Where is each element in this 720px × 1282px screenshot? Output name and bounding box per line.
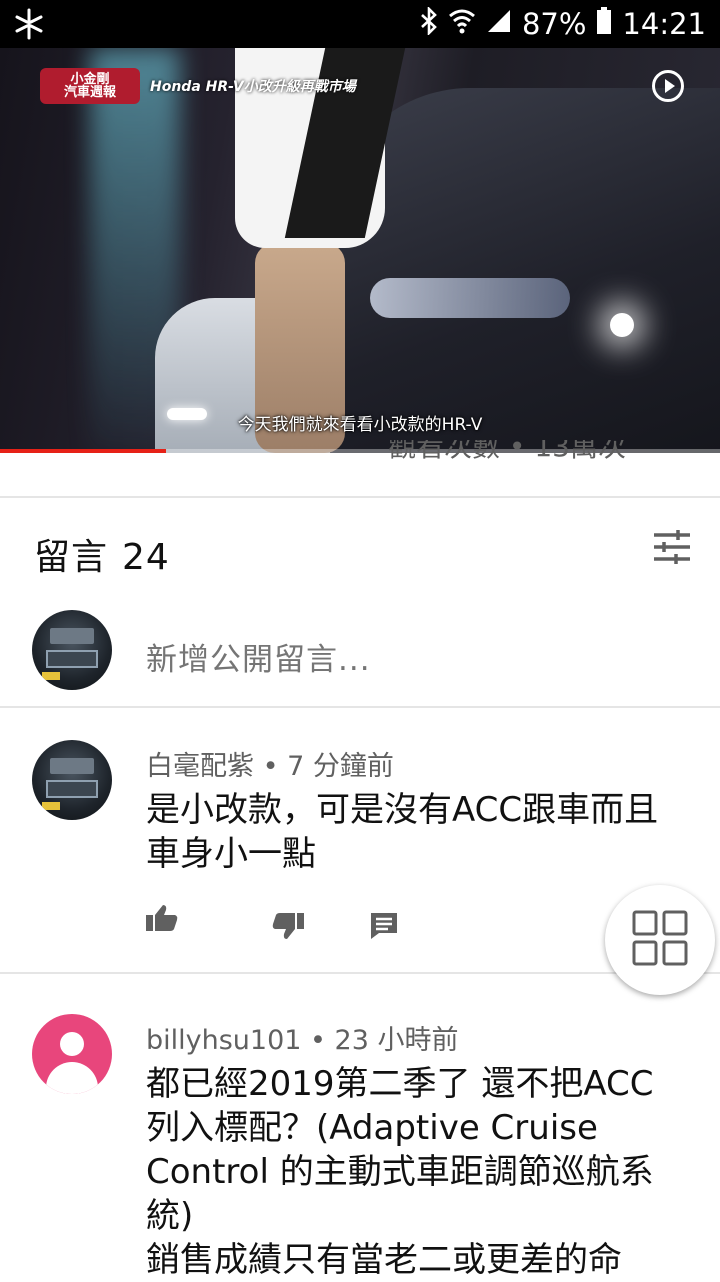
like-icon[interactable] — [146, 904, 180, 936]
video-subtitle: 今天我們就來看看小改款的HR-V — [237, 415, 483, 435]
sort-icon[interactable] — [654, 530, 690, 564]
comment-line: 都已經2019第二季了 還不把ACC — [146, 1064, 654, 1104]
dislike-icon[interactable] — [272, 912, 306, 944]
wifi-icon — [448, 7, 476, 41]
comment-author[interactable]: 白毫配紫 — [146, 751, 254, 782]
comment-time: 7 分鐘前 — [287, 751, 394, 782]
view-count-text: 觀看次數 • 13萬次 — [388, 440, 626, 462]
add-comment-row[interactable]: 新增公開留言... — [0, 600, 720, 706]
comment-text: 都已經2019第二季了 還不把ACC 列入標配？(Adaptive Cruise… — [146, 1062, 706, 1282]
grid-icon — [632, 910, 688, 970]
default-avatar-icon[interactable] — [32, 1014, 112, 1094]
comment-time: 23 小時前 — [334, 1025, 459, 1056]
battery-icon — [596, 6, 612, 42]
reply-icon[interactable] — [370, 912, 404, 944]
view-count-peek: 觀看次數 • 13萬次 — [388, 440, 626, 462]
status-bar: 87% 14:21 — [0, 0, 720, 48]
comment-line: 統) — [146, 1196, 194, 1236]
signal-icon — [486, 7, 512, 41]
bluetooth-icon — [420, 5, 438, 42]
comment-meta: billyhsu101 • 23 小時前 — [146, 1025, 459, 1056]
channel-logo: 小金剛 汽車週報 Honda HR-V小改升級再戰市場 — [40, 68, 356, 104]
comments-header: 留言 24 — [0, 500, 720, 592]
comment-item: billyhsu101 • 23 小時前 都已經2019第二季了 還不把ACC … — [0, 974, 720, 1280]
avatar[interactable] — [32, 740, 112, 820]
video-player[interactable]: 小金剛 汽車週報 Honda HR-V小改升級再戰市場 今天我們就來看看小改款的… — [0, 48, 720, 453]
divider — [0, 496, 720, 498]
autoplay-icon[interactable] — [652, 70, 684, 102]
comments-title-label: 留言 — [34, 537, 109, 578]
video-progress-fill — [0, 449, 166, 453]
battery-percent: 87% — [521, 7, 587, 41]
fan-icon — [14, 8, 44, 44]
comments-count: 24 — [122, 537, 170, 578]
comment-meta: 白毫配紫 • 7 分鐘前 — [146, 751, 394, 782]
video-overlay-title: Honda HR-V小改升級再戰市場 — [150, 79, 356, 95]
channel-logo-badge: 小金剛 汽車週報 — [40, 68, 140, 104]
comment-line: Control 的主動式車距調節巡航系 — [146, 1152, 654, 1192]
comment-author[interactable]: billyhsu101 — [146, 1025, 301, 1056]
video-car-dark — [330, 88, 720, 453]
comment-text: 是小改款，可是沒有ACC跟車而且車身小一點 — [146, 790, 659, 874]
comment-line: 銷售成績只有當老二或更差的命 — [146, 1240, 622, 1280]
comments-title: 留言 24 — [34, 528, 170, 580]
comment-line: 列入標配？(Adaptive Cruise — [146, 1108, 598, 1148]
clock: 14:21 — [622, 7, 706, 41]
avatar — [32, 610, 112, 690]
video-presenter — [235, 48, 406, 453]
grid-view-button[interactable] — [605, 885, 715, 995]
add-comment-input[interactable]: 新增公開留言... — [146, 634, 371, 679]
